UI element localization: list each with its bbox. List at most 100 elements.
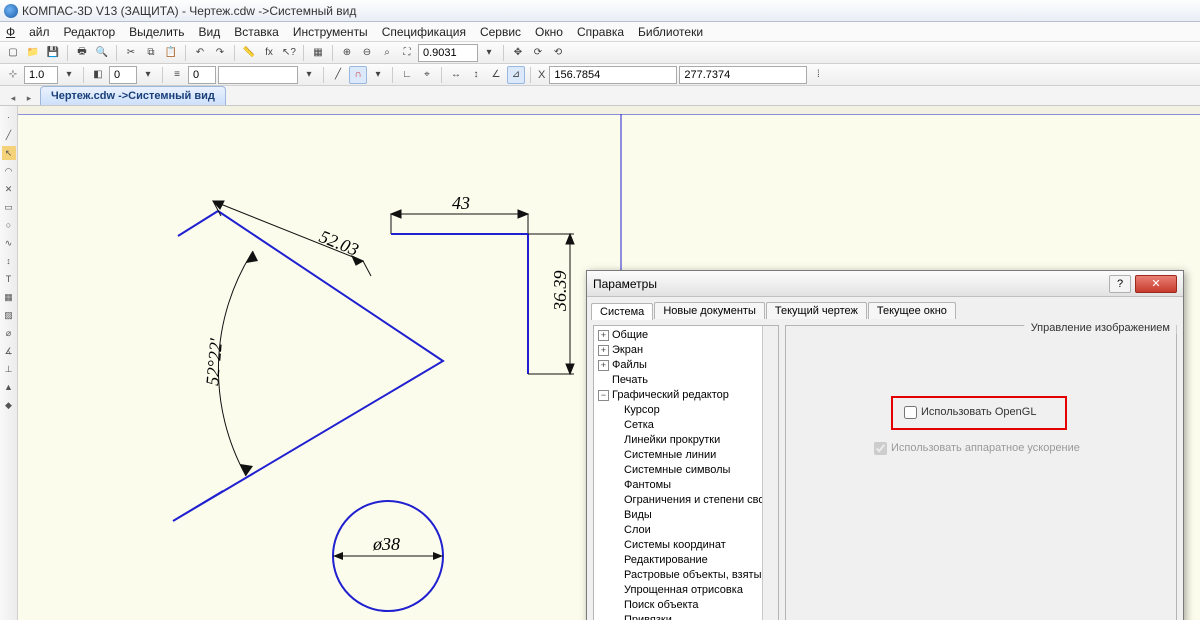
zoom-out-icon[interactable]: ⊖ <box>358 44 376 62</box>
settings-tree[interactable]: +Общие +Экран +Файлы Печать −Графический… <box>593 325 779 620</box>
tree-simplified[interactable]: Упрощенная отрисовка <box>624 583 743 598</box>
menu-insert[interactable]: Вставка <box>234 25 279 39</box>
expand-icon[interactable]: + <box>598 360 609 371</box>
refresh-icon[interactable]: ⟲ <box>549 44 567 62</box>
dim-a-icon[interactable]: ∠ <box>487 66 505 84</box>
coord-y-input[interactable] <box>679 66 807 84</box>
tree-snaps[interactable]: Привязки <box>624 613 672 620</box>
measure-icon[interactable]: 📏 <box>240 44 258 62</box>
menu-tools[interactable]: Инструменты <box>293 25 368 39</box>
tree-graphic-editor[interactable]: Графический редактор <box>612 388 729 403</box>
tree-editing[interactable]: Редактирование <box>624 553 708 568</box>
tree-views[interactable]: Виды <box>624 508 652 523</box>
tree-constraints[interactable]: Ограничения и степени свободы <box>624 493 779 508</box>
tool-rect-icon[interactable]: ▭ <box>2 200 16 214</box>
fx-icon[interactable]: fх <box>260 44 278 62</box>
magnet-icon[interactable]: ∩ <box>349 66 367 84</box>
tree-syssymbols[interactable]: Системные символы <box>624 463 730 478</box>
menu-edit[interactable]: Редактор <box>64 25 116 39</box>
cursor-icon[interactable]: ↖? <box>280 44 298 62</box>
layer-icon[interactable]: ◧ <box>89 66 107 84</box>
tree-print[interactable]: Печать <box>612 373 648 388</box>
tool-misc2-icon[interactable]: ∡ <box>2 344 16 358</box>
zoom-window-icon[interactable]: ⌕ <box>378 44 396 62</box>
snap-icon[interactable]: ⊹ <box>4 66 22 84</box>
menu-window[interactable]: Окно <box>535 25 563 39</box>
tool-circle-icon[interactable]: ○ <box>2 218 16 232</box>
offset-input[interactable] <box>109 66 137 84</box>
tree-general[interactable]: Общие <box>612 328 648 343</box>
open-icon[interactable]: 📁 <box>24 44 42 62</box>
dialog-help-icon[interactable]: ? <box>1109 275 1131 293</box>
copy-icon[interactable]: ⧉ <box>142 44 160 62</box>
save-icon[interactable]: 💾 <box>44 44 62 62</box>
ortho-icon[interactable]: ∟ <box>398 66 416 84</box>
dd4-icon[interactable]: ▾ <box>369 66 387 84</box>
pan-icon[interactable]: ✥ <box>509 44 527 62</box>
tool-hatch-icon[interactable]: ▨ <box>2 308 16 322</box>
tree-syslines[interactable]: Системные линии <box>624 448 716 463</box>
dim-r-icon[interactable]: ⊿ <box>507 66 525 84</box>
menu-view[interactable]: Вид <box>199 25 221 39</box>
preview-icon[interactable]: 🔍 <box>93 44 111 62</box>
tree-scrollbars[interactable]: Линейки прокрутки <box>624 433 720 448</box>
dialog-titlebar[interactable]: Параметры ? ✕ <box>587 271 1183 297</box>
style-input[interactable] <box>188 66 216 84</box>
opengl-checkbox[interactable]: Использовать OpenGL <box>904 406 1036 418</box>
tree-grid[interactable]: Сетка <box>624 418 654 433</box>
tree-files[interactable]: Файлы <box>612 358 647 373</box>
tree-vscroll[interactable] <box>762 326 778 620</box>
collapse-icon[interactable]: − <box>598 390 609 401</box>
expand-icon[interactable]: + <box>598 330 609 341</box>
tool-axis-icon[interactable]: ✕ <box>2 182 16 196</box>
grid-icon[interactable]: ▦ <box>309 44 327 62</box>
dialog-close-icon[interactable]: ✕ <box>1135 275 1177 293</box>
menu-file[interactable]: Файл <box>6 25 50 39</box>
zoom-fit-icon[interactable]: ⛶ <box>398 44 416 62</box>
tool-arrow-icon[interactable]: ↖ <box>2 146 16 160</box>
rotate-icon[interactable]: ⟳ <box>529 44 547 62</box>
document-tab[interactable]: Чертеж.cdw ->Системный вид <box>40 86 226 105</box>
tool-misc3-icon[interactable]: ⊥ <box>2 362 16 376</box>
tool-misc1-icon[interactable]: ⌀ <box>2 326 16 340</box>
zoom-input[interactable] <box>418 44 478 62</box>
zoom-in-icon[interactable]: ⊕ <box>338 44 356 62</box>
tool-table-icon[interactable]: ▦ <box>2 290 16 304</box>
menu-libs[interactable]: Библиотеки <box>638 25 703 39</box>
coord-x-input[interactable] <box>549 66 677 84</box>
paste-icon[interactable]: 📋 <box>162 44 180 62</box>
menu-help[interactable]: Справка <box>577 25 624 39</box>
tab-new-docs[interactable]: Новые документы <box>654 302 765 319</box>
tool-text-icon[interactable]: T <box>2 272 16 286</box>
tool-misc4-icon[interactable]: ▲ <box>2 380 16 394</box>
tree-cursor[interactable]: Курсор <box>624 403 660 418</box>
tab-prev-icon[interactable]: ◂ <box>6 91 20 105</box>
dd3-icon[interactable]: ▾ <box>300 66 318 84</box>
redo-icon[interactable]: ↷ <box>211 44 229 62</box>
menu-select[interactable]: Выделить <box>129 25 184 39</box>
tree-raster[interactable]: Растровые объекты, взятые в документ <box>624 568 779 583</box>
dim-h-icon[interactable]: ↔ <box>447 66 465 84</box>
tool-dim-icon[interactable]: ↕ <box>2 254 16 268</box>
coord-step-icon[interactable]: ⁞ <box>809 66 827 84</box>
linestyle-icon[interactable]: ≡ <box>168 66 186 84</box>
menu-spec[interactable]: Спецификация <box>382 25 466 39</box>
tool-line-icon[interactable]: ╱ <box>2 128 16 142</box>
expand-icon[interactable]: + <box>598 345 609 356</box>
tab-current-drawing[interactable]: Текущий чертеж <box>766 302 867 319</box>
dd1-icon[interactable]: ▾ <box>60 66 78 84</box>
cut-icon[interactable]: ✂ <box>122 44 140 62</box>
tree-layers[interactable]: Слои <box>624 523 651 538</box>
dropdown-icon[interactable]: ▾ <box>480 44 498 62</box>
style-name-input[interactable] <box>218 66 298 84</box>
tree-screen[interactable]: Экран <box>612 343 643 358</box>
tool-misc5-icon[interactable]: ◆ <box>2 398 16 412</box>
coord-icon[interactable]: ⌖ <box>418 66 436 84</box>
tool-point-icon[interactable]: · <box>2 110 16 124</box>
tree-coordsys[interactable]: Системы координат <box>624 538 726 553</box>
undo-icon[interactable]: ↶ <box>191 44 209 62</box>
tree-search[interactable]: Поиск объекта <box>624 598 699 613</box>
tree-phantoms[interactable]: Фантомы <box>624 478 671 493</box>
new-icon[interactable]: ▢ <box>4 44 22 62</box>
line-icon[interactable]: ╱ <box>329 66 347 84</box>
